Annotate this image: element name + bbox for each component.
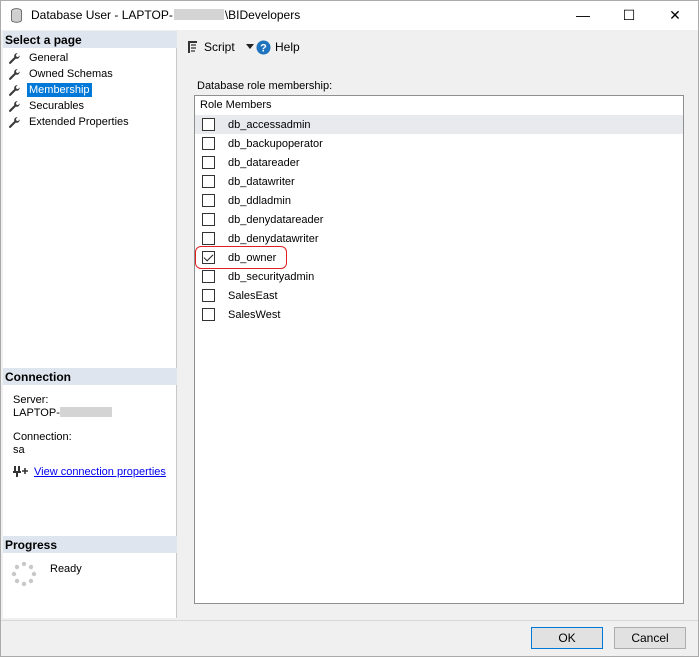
view-connection-row: View connection properties — [13, 465, 166, 478]
window-title-prefix: Database User - LAPTOP- — [31, 8, 173, 22]
role-checkbox[interactable] — [202, 289, 215, 302]
role-name: db_datareader — [228, 156, 300, 169]
wrench-icon — [8, 52, 20, 64]
title-bar: Database User - LAPTOP- \BIDevelopers — ☐… — [1, 1, 698, 30]
cancel-button[interactable]: Cancel — [614, 627, 686, 649]
role-row: db_securityadmin — [195, 267, 683, 286]
role-name: db_accessadmin — [228, 118, 311, 131]
role-checkbox[interactable] — [202, 270, 215, 283]
role-row: db_accessadmin — [195, 115, 683, 134]
role-name: db_securityadmin — [228, 270, 315, 283]
script-button[interactable]: Script — [185, 37, 255, 57]
help-icon: ? — [256, 40, 271, 54]
database-user-dialog: Database User - LAPTOP- \BIDevelopers — ☐… — [0, 0, 699, 657]
server-value: LAPTOP- — [13, 407, 112, 419]
progress-status: Ready — [50, 563, 82, 575]
role-checkbox[interactable] — [202, 232, 215, 245]
role-row: db_ddladmin — [195, 191, 683, 210]
role-checkbox[interactable] — [202, 308, 215, 321]
window-title: Database User - LAPTOP- \BIDevelopers — [31, 8, 300, 22]
help-label: Help — [275, 40, 300, 54]
role-checkbox[interactable] — [202, 175, 215, 188]
role-name: db_denydatawriter — [228, 232, 319, 245]
role-row: SalesWest — [195, 305, 683, 324]
toolbar: Script ? Help — [178, 31, 698, 63]
role-checkbox[interactable] — [202, 194, 215, 207]
help-button[interactable]: ? Help — [256, 37, 300, 57]
redacted-hostname — [173, 9, 224, 20]
role-name: db_datawriter — [228, 175, 295, 188]
window-title-suffix: \BIDevelopers — [224, 8, 301, 22]
wrench-icon — [8, 84, 20, 96]
role-checkbox-checked[interactable] — [202, 251, 215, 264]
ok-button[interactable]: OK — [531, 627, 603, 649]
progress-spinner-icon — [11, 561, 37, 587]
page-item-securables[interactable]: Securables — [8, 98, 131, 114]
role-checkbox[interactable] — [202, 118, 215, 131]
close-button[interactable]: ✕ — [652, 1, 698, 30]
script-label: Script — [204, 40, 235, 54]
script-icon — [188, 41, 197, 53]
role-name: db_ddladmin — [228, 194, 291, 207]
minimize-button[interactable]: — — [560, 1, 606, 30]
select-page-header: Select a page — [3, 31, 177, 48]
page-item-general[interactable]: General — [8, 50, 131, 66]
chevron-down-icon[interactable] — [245, 44, 255, 50]
footer-divider — [1, 620, 698, 621]
redacted-server-name — [59, 407, 112, 417]
page-item-label: Membership — [27, 83, 92, 97]
role-name: SalesWest — [228, 308, 281, 321]
page-item-owned-schemas[interactable]: Owned Schemas — [8, 66, 131, 82]
role-row: db_backupoperator — [195, 134, 683, 153]
wrench-icon — [8, 100, 20, 112]
role-checkbox[interactable] — [202, 137, 215, 150]
left-pane: Select a page General Owned Schemas Memb… — [3, 31, 177, 618]
wrench-icon — [8, 68, 20, 80]
role-row: db_datawriter — [195, 172, 683, 191]
role-row-db-owner: db_owner — [195, 246, 683, 269]
role-name: SalesEast — [228, 289, 278, 302]
page-item-label: Owned Schemas — [29, 68, 113, 80]
maximize-button[interactable]: ☐ — [606, 1, 652, 30]
role-row: SalesEast — [195, 286, 683, 305]
view-connection-properties-link[interactable]: View connection properties — [34, 466, 166, 478]
database-icon — [11, 8, 22, 23]
role-checkbox[interactable] — [202, 213, 215, 226]
connection-header: Connection — [3, 368, 177, 385]
connection-value: sa — [13, 444, 25, 456]
server-value-prefix: LAPTOP- — [13, 407, 60, 419]
network-connection-icon — [13, 466, 28, 477]
page-list: General Owned Schemas Membership Securab… — [8, 50, 131, 130]
page-item-membership[interactable]: Membership — [8, 82, 131, 98]
page-item-extended-properties[interactable]: Extended Properties — [8, 114, 131, 130]
role-checkbox[interactable] — [202, 156, 215, 169]
connection-label: Connection: — [13, 431, 72, 443]
page-item-label: General — [29, 52, 69, 64]
role-membership-list: Role Members db_accessadmin db_backupope… — [194, 95, 684, 604]
wrench-icon — [8, 116, 20, 128]
role-row: db_datareader — [195, 153, 683, 172]
progress-header: Progress — [3, 536, 177, 553]
page-item-label: Extended Properties — [29, 116, 129, 128]
role-name: db_denydatareader — [228, 213, 324, 226]
role-membership-label: Database role membership: — [197, 80, 333, 92]
role-name: db_backupoperator — [228, 137, 323, 150]
server-label: Server: — [13, 394, 49, 406]
svg-text:?: ? — [260, 42, 267, 54]
role-members-header: Role Members — [200, 99, 272, 111]
page-item-label: Securables — [29, 100, 85, 112]
role-row: db_denydatareader — [195, 210, 683, 229]
